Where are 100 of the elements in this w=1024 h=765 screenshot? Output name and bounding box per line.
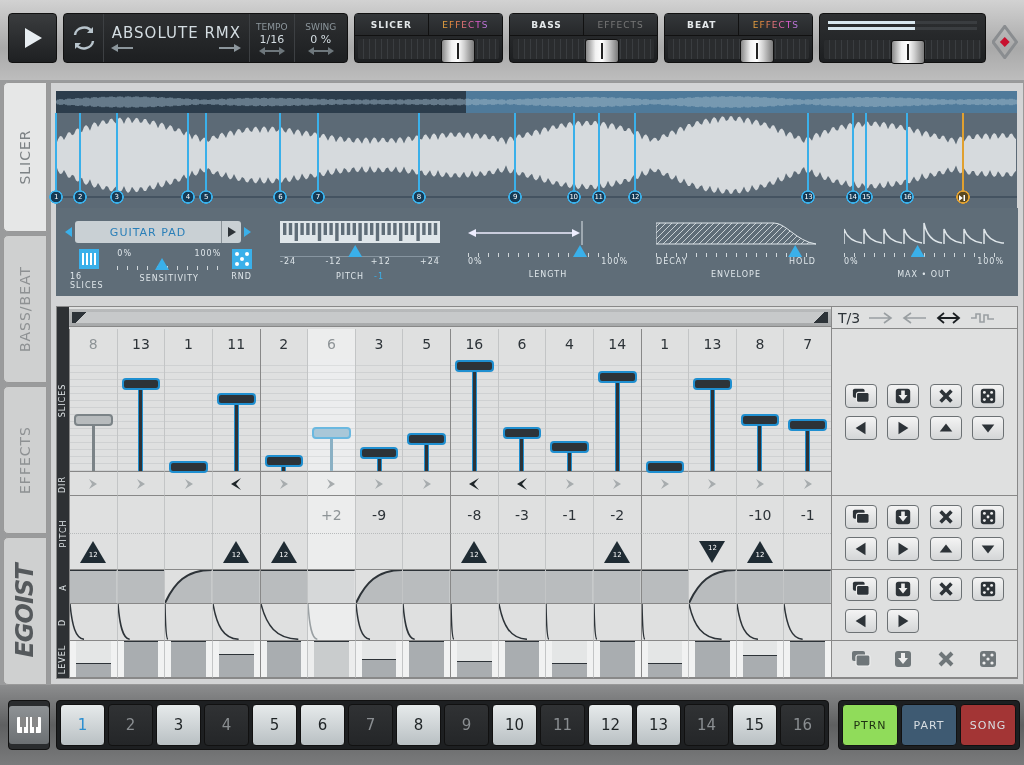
- arrow-left-icon[interactable]: [111, 44, 134, 52]
- preview-button[interactable]: [221, 221, 241, 243]
- shift-right-button[interactable]: [887, 416, 920, 440]
- shift-left-button[interactable]: [845, 536, 878, 561]
- volume-level[interactable]: [409, 641, 444, 677]
- slice-handle[interactable]: [169, 460, 208, 471]
- decay-curve[interactable]: [165, 604, 169, 640]
- volume-level[interactable]: [647, 662, 683, 677]
- decay-curve[interactable]: [736, 604, 759, 640]
- slice-handle[interactable]: [121, 378, 161, 471]
- volume-level[interactable]: [790, 641, 825, 677]
- attack-level[interactable]: [546, 570, 593, 603]
- decay-curve[interactable]: [70, 604, 85, 640]
- volume-level[interactable]: [457, 660, 492, 677]
- decay-curve[interactable]: [498, 604, 528, 640]
- clear-button[interactable]: [929, 577, 962, 601]
- pattern-button[interactable]: 9: [444, 704, 489, 746]
- pattern-button[interactable]: 14: [684, 704, 729, 746]
- decay-curve[interactable]: [784, 604, 804, 640]
- pattern-button[interactable]: 2: [108, 704, 153, 746]
- paste-button[interactable]: [887, 504, 920, 529]
- pattern-button[interactable]: 16: [780, 704, 825, 746]
- decay-curve[interactable]: [546, 604, 550, 640]
- attack-level[interactable]: [212, 570, 260, 603]
- pattern-button[interactable]: 3: [156, 704, 201, 746]
- slice-handle[interactable]: [359, 447, 399, 471]
- shift-up-button[interactable]: [929, 416, 962, 440]
- mode-button[interactable]: PTRN: [842, 704, 898, 746]
- decay-curve[interactable]: [260, 604, 299, 640]
- slice-handle[interactable]: [645, 460, 685, 471]
- slice-handle[interactable]: [597, 371, 637, 471]
- attack-level[interactable]: [308, 570, 355, 603]
- shift-left-button[interactable]: [845, 609, 878, 633]
- decay-curve[interactable]: [117, 604, 131, 640]
- keyboard-button[interactable]: [8, 700, 50, 750]
- fader-thumb[interactable]: [584, 39, 619, 63]
- volume-level[interactable]: [599, 641, 635, 677]
- slider-thumb[interactable]: [788, 245, 803, 257]
- shift-right-button[interactable]: [887, 609, 920, 633]
- attack-level[interactable]: [403, 570, 450, 603]
- attack-level[interactable]: [593, 570, 641, 603]
- channel-tab[interactable]: SLICER: [354, 14, 429, 35]
- volume-level[interactable]: [218, 653, 254, 677]
- slice-handle[interactable]: [216, 392, 256, 471]
- volume-level[interactable]: [742, 655, 778, 677]
- decay-curve[interactable]: [403, 604, 416, 640]
- play-button[interactable]: [8, 13, 58, 63]
- volume-level[interactable]: [76, 662, 111, 677]
- decay-curve[interactable]: [212, 604, 240, 640]
- attack-level[interactable]: [736, 570, 784, 603]
- attack-level[interactable]: [641, 570, 689, 603]
- decay-curve[interactable]: [451, 604, 455, 640]
- stacked-squares-icon[interactable]: [851, 649, 872, 669]
- shift-right-button[interactable]: [887, 536, 920, 561]
- rate-button[interactable]: T/3: [838, 309, 861, 326]
- shift-left-button[interactable]: [845, 416, 878, 440]
- double-arrow-icon[interactable]: [936, 309, 963, 326]
- decay-curve[interactable]: [355, 604, 371, 640]
- pattern-button[interactable]: 5: [252, 704, 297, 746]
- pattern-button[interactable]: 11: [540, 704, 585, 746]
- slider-thumb[interactable]: [348, 245, 363, 257]
- volume-level[interactable]: [695, 641, 730, 677]
- volume-level[interactable]: [361, 659, 397, 677]
- shift-down-button[interactable]: [971, 416, 1004, 440]
- slices-grid-icon[interactable]: [78, 249, 99, 269]
- channel-tab[interactable]: BEAT: [665, 14, 740, 35]
- attack-level[interactable]: [70, 570, 117, 603]
- volume-level[interactable]: [123, 641, 159, 677]
- attack-level[interactable]: [784, 570, 831, 603]
- attack-curve[interactable]: [165, 570, 212, 603]
- slider-thumb[interactable]: [573, 245, 587, 257]
- paste-button[interactable]: [887, 384, 920, 408]
- attack-curve[interactable]: [355, 570, 403, 603]
- decay-curve[interactable]: [641, 604, 646, 640]
- slice-handle[interactable]: [740, 413, 780, 471]
- volume-level[interactable]: [314, 641, 349, 677]
- channel-tab[interactable]: BASS: [510, 14, 585, 35]
- chevron-left-icon[interactable]: [468, 477, 481, 490]
- attack-level[interactable]: [117, 570, 165, 603]
- fader-thumb[interactable]: [441, 39, 476, 63]
- dice-icon[interactable]: [231, 249, 252, 269]
- pattern-button[interactable]: 4: [204, 704, 249, 746]
- randomize-button[interactable]: [971, 504, 1004, 529]
- attack-level[interactable]: [498, 570, 546, 603]
- shift-down-button[interactable]: [971, 536, 1004, 561]
- copy-button[interactable]: [845, 504, 878, 529]
- shift-up-button[interactable]: [929, 536, 962, 561]
- randomize-button[interactable]: [971, 577, 1004, 601]
- mode-button[interactable]: PART: [901, 704, 957, 746]
- fader-thumb[interactable]: [890, 40, 925, 64]
- slice-handle[interactable]: [502, 427, 542, 471]
- dice-icon[interactable]: [977, 649, 998, 669]
- pattern-button[interactable]: 12: [588, 704, 633, 746]
- copy-button[interactable]: [845, 577, 878, 601]
- volume-level[interactable]: [504, 641, 540, 677]
- volume-level[interactable]: [266, 641, 302, 677]
- attack-level[interactable]: [260, 570, 308, 603]
- attack-level[interactable]: [451, 570, 498, 603]
- pattern-button[interactable]: 15: [732, 704, 777, 746]
- randomize-button[interactable]: [971, 384, 1004, 408]
